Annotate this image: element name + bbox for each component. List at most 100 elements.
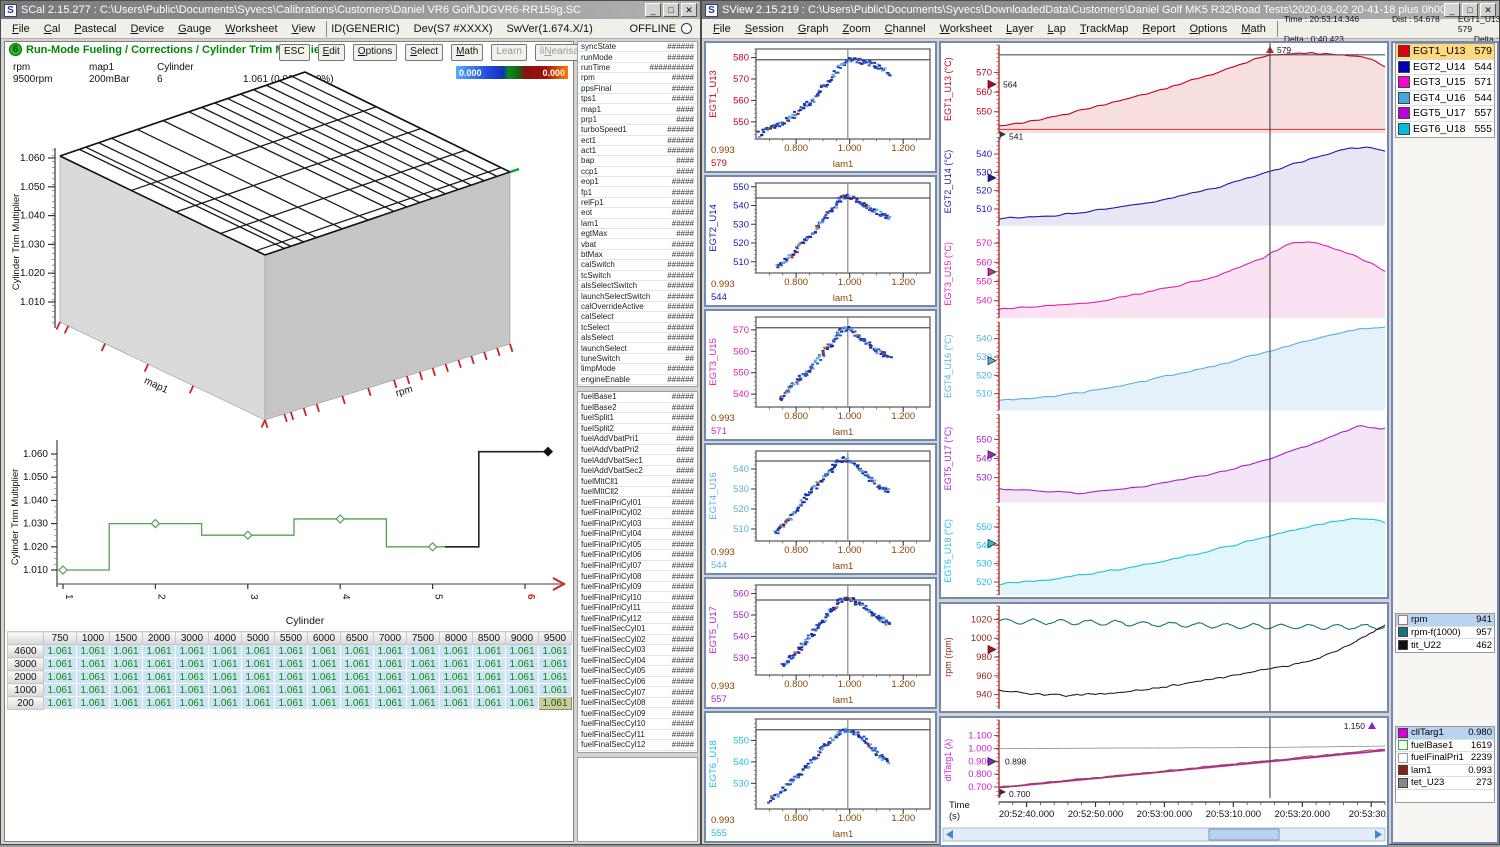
legend-row-EGT4_U16[interactable]: EGT4_U16544 [1396,91,1494,107]
scal-menu-device[interactable]: Device [123,21,171,37]
param-row[interactable]: ect1###### [578,136,697,146]
param-row[interactable]: vbat##### [578,239,697,249]
param-row[interactable]: fuelFinalPriCyl07##### [578,561,697,572]
sview-menu-lap[interactable]: Lap [1041,21,1073,37]
param-row[interactable]: fuelFinalPriCyl08##### [578,571,697,582]
trim-cell[interactable]: 1.061 [473,697,506,710]
param-row[interactable]: fuelFinalSecCyl07##### [578,687,697,698]
param-row[interactable]: fuelBase2##### [578,403,697,414]
param-row[interactable]: egtMax#### [578,229,697,239]
trim-cell[interactable]: 1.061 [44,684,77,697]
legend-row-rpm-f(1000)[interactable]: rpm-f(1000)957 [1396,627,1494,640]
scal-minimize-icon[interactable]: _ [645,3,661,17]
trim-cell[interactable]: 1.061 [473,658,506,671]
trim-cell[interactable]: 1.061 [506,645,539,658]
param-row[interactable]: fuelFinalSecCyl04##### [578,656,697,667]
param-row[interactable]: act1###### [578,146,697,156]
trim-cell[interactable]: 1.061 [242,645,275,658]
legend-row-EGT6_U18[interactable]: EGT6_U18555 [1396,122,1494,138]
sview-menu-zoom[interactable]: Zoom [835,21,877,37]
legend-row-empty[interactable] [1396,790,1494,803]
legend-row-rpm[interactable]: rpm941 [1396,614,1494,627]
param-row[interactable]: launchSelect###### [578,343,697,353]
scal-menu-pastecal[interactable]: Pastecal [67,21,123,37]
trim-cell[interactable]: 1.061 [242,671,275,684]
sview-menu-file[interactable]: File [706,21,738,37]
trim-cell[interactable]: 1.061 [407,697,440,710]
trim-cell[interactable]: 1.061 [209,671,242,684]
trim-cell[interactable]: 1.061 [506,671,539,684]
legend-row-fuelBase1[interactable]: fuelBase11619 [1396,740,1494,753]
param-row[interactable]: fuelAddVbatSec1#### [578,455,697,466]
param-row[interactable]: turboSpeed1###### [578,125,697,135]
trim-cell[interactable]: 1.061 [242,697,275,710]
trim-cell[interactable]: 1.061 [44,645,77,658]
trim-cell[interactable]: 1.061 [539,697,572,710]
trim-cell[interactable]: 1.061 [374,671,407,684]
param-row[interactable]: fuelFinalSecCyl10##### [578,719,697,730]
param-row[interactable]: fuelFinalPriCyl06##### [578,550,697,561]
math-button[interactable]: Math [451,44,483,61]
scal-menu-gauge[interactable]: Gauge [171,21,218,37]
sview-menu-report[interactable]: Report [1135,21,1182,37]
legend-row-EGT1_U13[interactable]: EGT1_U13579 [1396,44,1494,60]
trim-cell[interactable]: 1.061 [110,684,143,697]
map-3d-view[interactable]: 1.0601.0501.0401.0301.0201.010Cylinder T… [5,70,575,430]
trim-cell[interactable]: 1.061 [44,697,77,710]
trim-cell[interactable]: 1.061 [275,658,308,671]
trim-cell[interactable]: 1.061 [209,684,242,697]
param-row[interactable]: ppsFinal##### [578,84,697,94]
param-row[interactable]: fuelFinalPriCyl10##### [578,592,697,603]
legend-row-fuelFinalPri1[interactable]: fuelFinalPri12239 [1396,752,1494,765]
trim-cell[interactable]: 1.061 [539,645,572,658]
param-row[interactable]: map1#### [578,104,697,114]
trim-cell[interactable]: 1.061 [308,697,341,710]
trim-cell[interactable]: 1.061 [341,645,374,658]
trim-cell[interactable]: 1.061 [341,658,374,671]
esc-button[interactable]: ESC [279,44,310,61]
param-row[interactable]: fuelMltCll1##### [578,476,697,487]
trim-cell[interactable]: 1.061 [77,671,110,684]
scal-maximize-icon[interactable]: □ [663,3,679,17]
trim-cell[interactable]: 1.061 [143,645,176,658]
trim-cell[interactable]: 1.061 [143,684,176,697]
param-row[interactable]: fuelAddVbatSec2#### [578,466,697,477]
trim-cell[interactable]: 1.061 [308,684,341,697]
scal-menu-view[interactable]: View [285,21,323,37]
scatter-plot-EGT1_U13[interactable]: 5805705605500.8001.0001.200lam1EGT1_U130… [704,41,937,173]
param-row[interactable]: ccp1#### [578,167,697,177]
trim-cell[interactable]: 1.061 [473,671,506,684]
trim-cell[interactable]: 1.061 [440,697,473,710]
trim-cell[interactable]: 1.061 [440,671,473,684]
param-row[interactable]: fuelFinalPriCyl02##### [578,508,697,519]
scal-menu-worksheet[interactable]: Worksheet [218,21,284,37]
param-row[interactable]: engineEnable###### [578,375,697,385]
param-row[interactable]: limpMode###### [578,364,697,374]
scatter-plot-EGT4_U16[interactable]: 5405305205100.8001.0001.200lam1EGT4_U160… [704,443,937,575]
legend-row-tit_U22[interactable]: tit_U22462 [1396,639,1494,652]
trim-cell[interactable]: 1.061 [473,645,506,658]
sview-menu-channel[interactable]: Channel [878,21,933,37]
rpm-strip-panel[interactable]: 10201000980960940rpm (rpm) [939,602,1389,713]
trim-cell[interactable]: 1.061 [374,645,407,658]
param-row[interactable]: fuelFinalSecCyl03##### [578,645,697,656]
param-row[interactable]: fuelFinalPriCyl12##### [578,613,697,624]
trim-cell[interactable]: 1.061 [143,658,176,671]
scal-close-icon[interactable]: ✕ [681,3,697,17]
param-row[interactable]: fuelMltCll2##### [578,487,697,498]
param-row[interactable]: syncState###### [578,42,697,52]
cylinder-trim-graph[interactable]: 1.0601.0501.0401.0301.0201.010Cylinder T… [5,432,575,630]
fuel-parameter-list[interactable]: fuelBase1#####fuelBase2#####fuelSplit1##… [577,391,698,753]
param-row[interactable]: fuelFinalSecCyl08##### [578,698,697,709]
sview-menu-session[interactable]: Session [738,21,791,37]
param-row[interactable]: fuelFinalSecCyl09##### [578,708,697,719]
param-row[interactable]: fuelFinalSecCyl12##### [578,740,697,751]
param-row[interactable]: calSelect###### [578,312,697,322]
trim-cell[interactable]: 1.061 [209,658,242,671]
trim-cell[interactable]: 1.061 [143,671,176,684]
trim-cell[interactable]: 1.061 [374,697,407,710]
trim-cell[interactable]: 1.061 [77,684,110,697]
trim-cell[interactable]: 1.061 [110,658,143,671]
scal-menu-file[interactable]: File [5,21,37,37]
legend-row-EGT3_U15[interactable]: EGT3_U15571 [1396,75,1494,91]
